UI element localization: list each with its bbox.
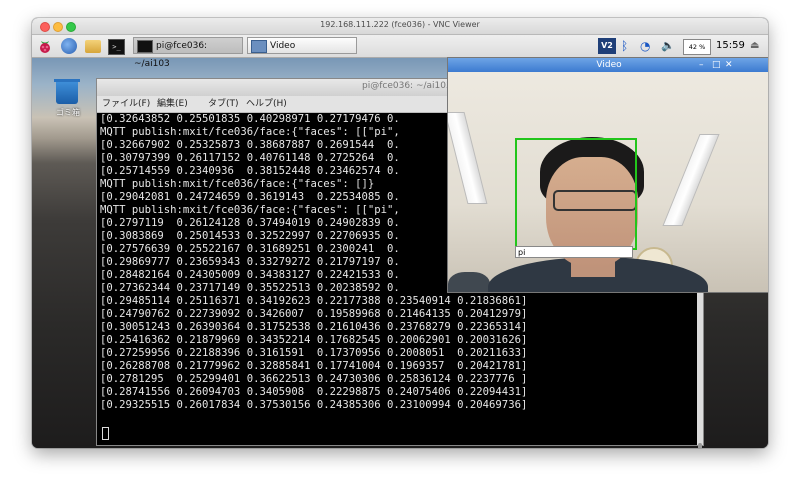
terminal-line: [0.28741556 0.26094703 0.3405908 0.22298… <box>100 386 528 398</box>
terminal-icon <box>137 40 153 53</box>
terminal-line: [0.32667902 0.25325873 0.38687887 0.2691… <box>100 139 400 151</box>
clock[interactable]: 15:59 <box>716 38 745 54</box>
browser-icon[interactable] <box>61 38 77 54</box>
face-detection-label: pi <box>515 246 633 258</box>
vnc-server-icon[interactable]: V2 <box>598 38 616 54</box>
terminal-launcher-icon[interactable]: >_ <box>108 39 125 55</box>
minimize-icon[interactable]: – <box>699 58 704 72</box>
terminal-cursor <box>102 427 109 440</box>
trash-label: ゴミ箱 <box>56 108 80 117</box>
video-window[interactable]: Video – □ ✕ pi <box>447 57 768 293</box>
taskbar-item-terminal[interactable]: pi@fce036: ~/ai103 <box>133 37 243 69</box>
vnc-window-title: 192.168.111.222 (fce036) - VNC Viewer <box>320 20 480 29</box>
terminal-line: [0.30797399 0.26117152 0.40761148 0.2725… <box>100 152 400 164</box>
terminal-title: pi@fce036: ~/ai103 <box>362 81 452 91</box>
menu-tabs[interactable]: タブ(T) <box>208 96 239 112</box>
trash-icon[interactable] <box>54 79 80 104</box>
menu-help[interactable]: ヘルプ(H) <box>246 96 287 112</box>
terminal-line: [0.29869777 0.23659343 0.33279272 0.2179… <box>100 256 400 268</box>
raspberry-pi-taskbar: >_ pi@fce036: ~/ai103 Video V2 ᛒ ◔ 🔈 42 … <box>32 35 768 69</box>
terminal-line: [0.27259956 0.22188396 0.3161591 0.17370… <box>100 347 528 359</box>
terminal-line: [0.2797119 0.26124128 0.37494019 0.24902… <box>100 217 400 229</box>
taskbar-item-video[interactable]: Video <box>247 37 357 54</box>
terminal-line: [0.29325515 0.26017834 0.37530156 0.2438… <box>100 399 528 411</box>
cpu-usage-monitor: 42 % <box>683 39 711 55</box>
terminal-line: MQTT publish:mxit/fce036/face:{"faces": … <box>100 126 400 138</box>
terminal-line: [0.29485114 0.25116371 0.34192623 0.2217… <box>100 295 528 307</box>
terminal-line: [0.24790762 0.22739092 0.3426007 0.19589… <box>100 308 528 320</box>
terminal-line: [0.25416362 0.21879969 0.34352214 0.1768… <box>100 334 528 346</box>
terminal-line: [0.30051243 0.26390364 0.31752538 0.2161… <box>100 321 528 333</box>
terminal-line: MQTT publish:mxit/fce036/face:{"faces": … <box>100 204 400 216</box>
scrollbar-thumb[interactable] <box>698 443 702 448</box>
vnc-viewer-window: 192.168.111.222 (fce036) - VNC Viewer ゴミ… <box>32 18 768 448</box>
window-icon <box>251 40 267 53</box>
volume-icon[interactable]: 🔈 <box>661 38 675 54</box>
terminal-line: [0.3083869 0.25014533 0.32522997 0.22706… <box>100 230 400 242</box>
background-person <box>448 272 490 292</box>
maximize-icon[interactable]: □ <box>712 58 721 72</box>
video-titlebar[interactable]: Video – □ ✕ <box>448 58 768 72</box>
wifi-icon[interactable]: ◔ <box>640 38 650 54</box>
eject-icon[interactable]: ⏏ <box>750 38 759 54</box>
bluetooth-icon[interactable]: ᛒ <box>621 38 628 54</box>
terminal-line: [0.32643852 0.25501835 0.40298971 0.2717… <box>100 113 400 125</box>
vnc-titlebar: 192.168.111.222 (fce036) - VNC Viewer <box>32 18 768 35</box>
taskbar-item-label: Video <box>270 41 296 51</box>
terminal-line: [0.27576639 0.25522167 0.31689251 0.2300… <box>100 243 400 255</box>
terminal-line: [0.2781295 0.25299401 0.36622513 0.24730… <box>100 373 528 385</box>
terminal-line: [0.29042081 0.24724659 0.3619143 0.22534… <box>100 191 400 203</box>
terminal-line: MQTT publish:mxit/fce036/face:{"faces": … <box>100 178 375 190</box>
file-manager-icon[interactable] <box>85 40 101 53</box>
terminal-line: [0.25714559 0.2340936 0.38152448 0.23462… <box>100 165 400 177</box>
ceiling-light <box>662 134 720 226</box>
menu-edit[interactable]: 編集(E) <box>157 96 188 112</box>
close-icon[interactable]: ✕ <box>725 58 733 72</box>
terminal-line: [0.26288708 0.21779962 0.32885841 0.1774… <box>100 360 528 372</box>
ceiling-light <box>448 112 488 204</box>
face-detection-box <box>515 138 637 250</box>
menu-file[interactable]: ファイル(F) <box>102 96 150 112</box>
terminal-line: [0.27362344 0.23717149 0.35522513 0.2023… <box>100 282 400 294</box>
camera-feed: pi <box>448 72 768 292</box>
raspberry-menu-icon[interactable] <box>37 38 53 54</box>
terminal-line: [0.28482164 0.24305009 0.34383127 0.2242… <box>100 269 400 281</box>
